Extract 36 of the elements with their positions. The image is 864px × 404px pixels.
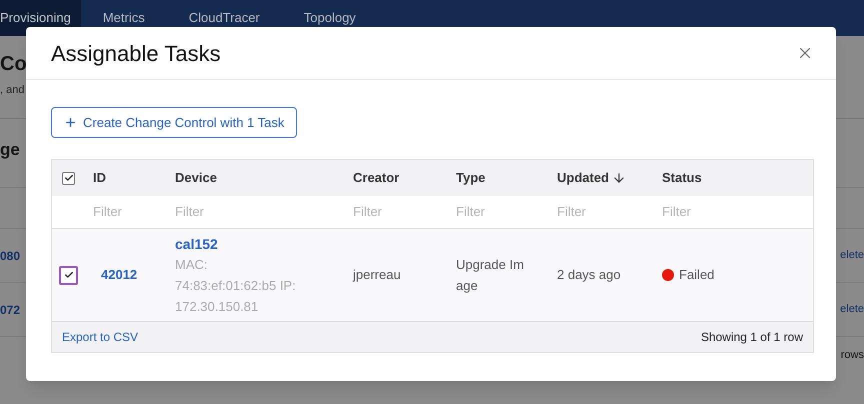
check-icon xyxy=(64,173,74,183)
check-icon xyxy=(64,270,74,280)
row-checkbox[interactable] xyxy=(59,266,78,284)
plus-icon xyxy=(64,116,77,129)
filter-field[interactable]: Filter xyxy=(456,202,536,222)
device-details: MAC: 74:83:ef:01:62:b5 IP: 172.30.150.81 xyxy=(175,256,297,316)
device-link[interactable]: cal152 xyxy=(175,234,218,254)
export-csv-link[interactable]: Export to CSV xyxy=(62,328,138,346)
filter-field[interactable]: Filter xyxy=(662,202,742,222)
row-count-text: rows xyxy=(840,348,864,363)
filter-field[interactable]: Filter xyxy=(93,202,173,222)
status-text: Failed xyxy=(679,266,714,284)
delete-link[interactable]: elete xyxy=(840,301,864,318)
column-header[interactable]: Type xyxy=(456,168,486,188)
section-heading: ge xyxy=(0,139,20,161)
page-heading: Co xyxy=(0,52,27,76)
filter-field[interactable]: Filter xyxy=(175,202,255,222)
column-header[interactable]: Device xyxy=(175,168,217,188)
type-text: Upgrade Image xyxy=(456,256,525,295)
creator-text: jperreau xyxy=(353,266,401,284)
row-id-link[interactable]: 080 xyxy=(0,246,20,264)
task-id-link[interactable]: 42012 xyxy=(93,265,138,285)
column-header[interactable]: ID xyxy=(93,168,106,188)
row-count-text: Showing 1 of 1 row xyxy=(700,329,803,346)
modal-title: Assignable Tasks xyxy=(51,40,221,68)
delete-link[interactable]: elete xyxy=(840,247,864,264)
column-header[interactable]: Updated xyxy=(557,168,626,188)
row-id-link[interactable]: 072 xyxy=(0,300,20,318)
column-header[interactable]: Creator xyxy=(353,168,400,188)
select-all-checkbox[interactable] xyxy=(62,172,75,184)
filter-field[interactable]: Filter xyxy=(353,202,433,222)
page-subtitle: , and xyxy=(0,83,24,98)
column-header[interactable]: Status xyxy=(662,168,702,188)
filter-field[interactable]: Filter xyxy=(557,202,637,222)
create-change-control-button[interactable]: Create Change Control with 1 Task xyxy=(51,107,298,138)
updated-text: 2 days ago xyxy=(557,266,621,284)
